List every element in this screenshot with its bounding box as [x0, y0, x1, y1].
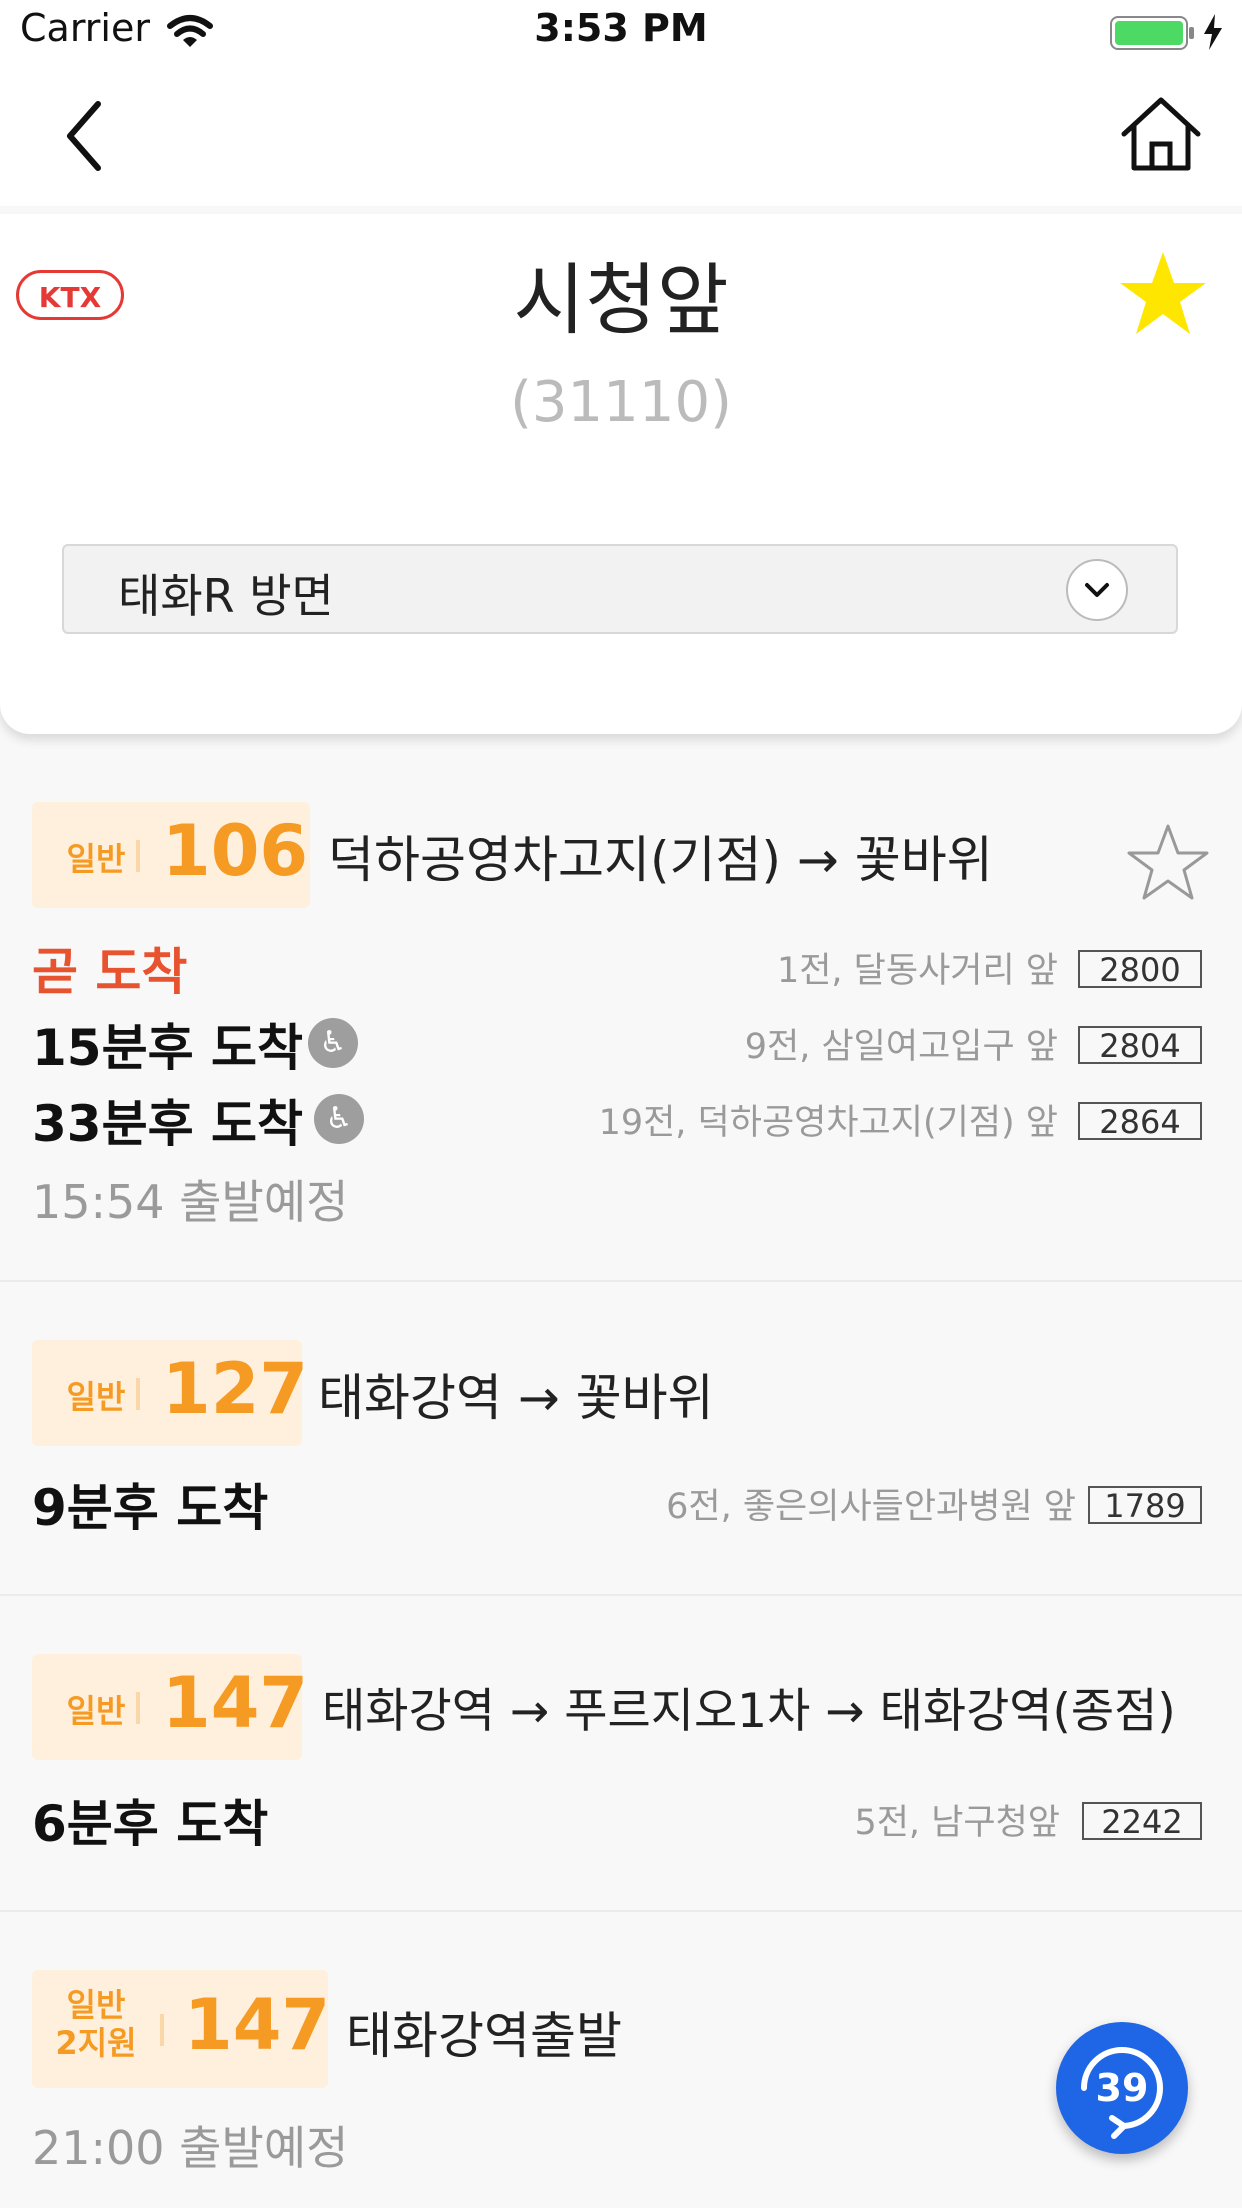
route-badge: 일반 147 [32, 1654, 308, 1760]
route-number: 106 [162, 810, 309, 892]
chevron-down-icon [1066, 559, 1128, 621]
badge-divider [136, 1378, 140, 1410]
route-type: 일반 2지원 [46, 1986, 146, 2062]
arrival-time: 곧 도착 [32, 943, 188, 1001]
arrival-info: 9전, 삼일여고입구 앞 [744, 1027, 1058, 1067]
stop-id: (31110) [510, 370, 732, 435]
route-type: 일반 [66, 1378, 126, 1416]
vehicle-plate: 1789 [1088, 1486, 1202, 1524]
route-type-line1: 일반 [66, 1986, 126, 2024]
arrival-time: 15분후 도착 [32, 1019, 303, 1077]
route-card-147[interactable]: 일반 147 태화강역 → 푸르지오1차 → 태화강역(종점) 6분후 도착 5… [0, 1596, 1242, 1910]
route-path: 태화강역 → 푸르지오1차 → 태화강역(종점) [322, 1684, 1176, 1739]
stop-name: 시청앞 [513, 256, 729, 346]
arrival-info: 19전, 덕하공영차고지(기점) 앞 [598, 1103, 1058, 1143]
arrival-info: 5전, 남구청앞 [854, 1803, 1060, 1843]
route-card-106[interactable]: 일반 106 덕하공영차고지(기점) → 꽃바위 곧 도착 1전, 달동사거리 … [0, 770, 1242, 1280]
vehicle-plate: 2800 [1078, 950, 1202, 988]
charging-bolt-icon [1204, 14, 1222, 50]
back-button[interactable] [60, 98, 110, 174]
badge-divider [136, 1692, 140, 1724]
clock: 3:53 PM [534, 6, 708, 50]
route-number: 147 [162, 1662, 309, 1744]
route-path: 덕하공영차고지(기점) → 꽃바위 [328, 831, 993, 889]
route-badge: 일반 2지원 147 [32, 1970, 331, 2088]
route-favorite-star-icon[interactable] [1126, 822, 1210, 902]
route-number: 127 [162, 1348, 309, 1430]
badge-divider [136, 840, 140, 872]
home-button[interactable] [1118, 94, 1204, 174]
direction-label: 태화R 방면 [118, 569, 334, 623]
vehicle-plate: 2804 [1078, 1026, 1202, 1064]
route-number: 147 [184, 1984, 331, 2066]
direction-select[interactable]: 태화R 방면 [62, 544, 1178, 634]
arrival-info: 1전, 달동사거리 앞 [776, 951, 1058, 991]
arrival-time: 6분후 도착 [32, 1795, 269, 1853]
vehicle-plate: 2242 [1082, 1802, 1202, 1840]
favorite-star-icon[interactable] [1118, 250, 1208, 336]
route-type: 일반 [66, 1692, 126, 1730]
route-type-line2: 2지원 [55, 2024, 137, 2062]
departure-schedule: 21:00 출발예정 [32, 2121, 349, 2175]
arrival-time: 33분후 도착 [32, 1095, 303, 1153]
route-badge: 일반 127 [32, 1340, 308, 1446]
arrival-info: 6전, 좋은의사들안과병원 앞 [666, 1487, 1076, 1527]
wheelchair-icon: ♿ [308, 1018, 358, 1068]
refresh-button[interactable]: 39 [1056, 2022, 1188, 2154]
badge-divider [160, 2014, 164, 2046]
refresh-countdown: 39 [1095, 2066, 1149, 2110]
vehicle-plate: 2864 [1078, 1102, 1202, 1140]
arrival-time: 9분후 도착 [32, 1479, 269, 1537]
route-path: 태화강역출발 [346, 2007, 622, 2065]
route-type: 일반 [66, 840, 126, 878]
route-card-127[interactable]: 일반 127 태화강역 → 꽃바위 9분후 도착 6전, 좋은의사들안과병원 앞… [0, 1282, 1242, 1594]
status-bar: Carrier 3:53 PM [0, 0, 1242, 66]
battery-icon [1110, 16, 1194, 50]
wheelchair-icon: ♿ [314, 1094, 364, 1144]
nav-bar [0, 66, 1242, 206]
route-badge: 일반 106 [32, 802, 310, 908]
departure-schedule: 15:54 출발예정 [32, 1175, 349, 1229]
route-path: 태화강역 → 꽃바위 [318, 1369, 714, 1427]
